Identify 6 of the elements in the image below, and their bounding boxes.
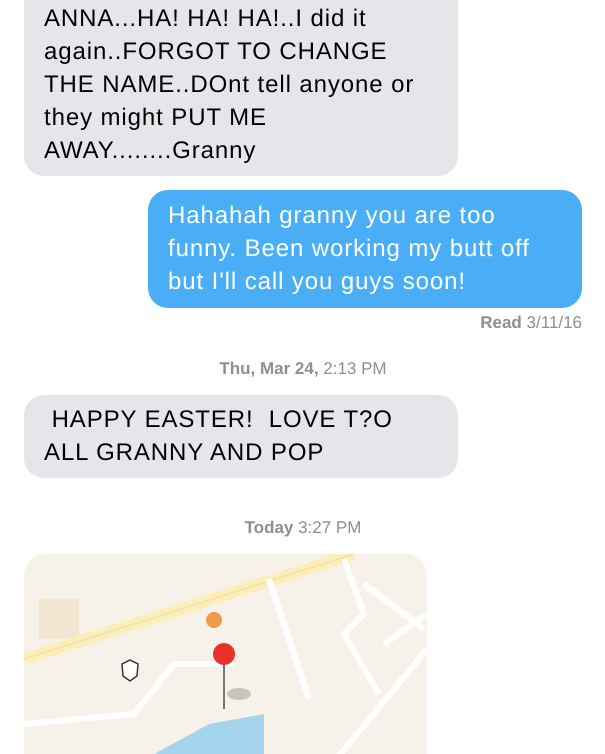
timestamp: Thu, Mar 24, 2:13 PM xyxy=(219,359,387,379)
message-bubble: HAPPY EASTER! LOVE T?O ALL GRANNY AND POP xyxy=(24,395,458,478)
read-receipt: Read 3/11/16 xyxy=(480,313,582,333)
timestamp: Today 3:27 PM xyxy=(244,518,362,538)
message-bubble: Hahahah granny you are too funny. Been working my butt off but I'll call you guys soon! xyxy=(148,190,582,308)
message-bubble: ANNA...HA! HA! HA!..I did it again..FORGOT TO CHANGE THE NAME..DOnt tell anyone or they might PUT ME AWAY........Granny xyxy=(24,0,458,176)
